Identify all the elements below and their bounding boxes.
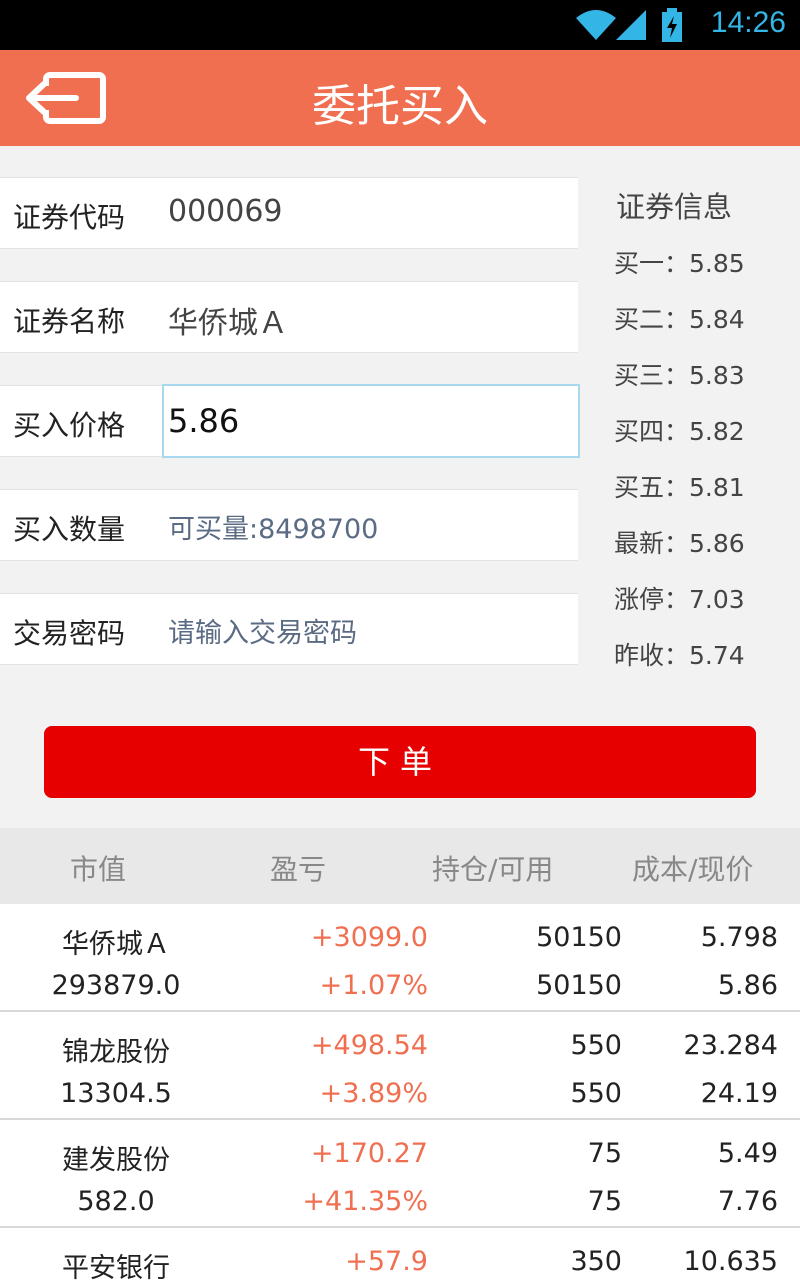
- available-quantity: 75: [587, 1186, 622, 1217]
- quote-row: 最新：5.86: [614, 529, 745, 558]
- quote-row: 买二：5.84: [614, 305, 745, 334]
- column-header-profit-loss: 盈亏: [270, 853, 327, 886]
- quote-row: 买四：5.82: [614, 417, 745, 446]
- table-row[interactable]: 建发股份 582.0 +170.27 +41.35% 75 75 5.49 7.…: [0, 1120, 800, 1228]
- holdings-table: 华侨城Ａ 293879.0 +3099.0 +1.07% 50150 50150…: [0, 904, 800, 1280]
- column-header-holding: 持仓/可用: [432, 853, 554, 886]
- current-price: 5.86: [717, 970, 778, 1001]
- security-code-row: 证券代码 000069: [0, 177, 578, 249]
- profit-loss-percent: +1.07%: [319, 970, 428, 1001]
- app-bar: 委托买入: [0, 50, 800, 146]
- submit-order-button[interactable]: 下单: [44, 726, 756, 798]
- available-quantity: 550: [570, 1078, 622, 1109]
- status-bar: 14:26: [0, 0, 800, 50]
- buy-price-value: 5.86: [168, 402, 240, 440]
- security-name-label: 证券名称: [13, 305, 126, 338]
- holding-quantity: 75: [587, 1138, 622, 1169]
- quote-row: 买一：5.85: [614, 249, 745, 278]
- stock-name: 平安银行: [62, 1253, 170, 1280]
- battery-icon: [662, 8, 682, 42]
- security-name-row: 证券名称 华侨城Ａ: [0, 281, 578, 353]
- profit-loss-percent: +41.35%: [302, 1186, 428, 1217]
- cost-price: 5.798: [700, 922, 778, 953]
- security-name-value: 华侨城Ａ: [168, 306, 288, 341]
- table-row[interactable]: 锦龙股份 13304.5 +498.54 +3.89% 550 550 23.2…: [0, 1012, 800, 1120]
- security-code-value[interactable]: 000069: [168, 194, 283, 229]
- quote-row: 买三：5.83: [614, 361, 745, 390]
- cost-price: 5.49: [717, 1138, 778, 1169]
- buy-price-label: 买入价格: [13, 409, 126, 442]
- holding-quantity: 50150: [536, 922, 622, 953]
- buy-price-input[interactable]: 5.86: [162, 384, 580, 458]
- profit-loss-percent: +3.89%: [319, 1078, 428, 1109]
- profit-loss: +170.27: [310, 1138, 428, 1169]
- buy-quantity-label: 买入数量: [13, 513, 126, 546]
- holding-quantity: 350: [570, 1246, 622, 1277]
- table-row[interactable]: 华侨城Ａ 293879.0 +3099.0 +1.07% 50150 50150…: [0, 904, 800, 1012]
- column-header-market-value: 市值: [70, 853, 127, 886]
- column-header-cost-price: 成本/现价: [632, 853, 754, 886]
- holding-quantity: 550: [570, 1030, 622, 1061]
- trade-password-input[interactable]: 请输入交易密码: [168, 611, 357, 650]
- security-info-title: 证券信息: [616, 190, 733, 224]
- security-code-label: 证券代码: [13, 201, 126, 234]
- buy-quantity-row: 买入数量 可买量:8498700: [0, 489, 578, 561]
- quote-row: 涨停：7.03: [614, 585, 745, 614]
- holdings-table-header: 市值 盈亏 持仓/可用 成本/现价: [0, 828, 800, 904]
- quote-row: 昨收：5.74: [614, 641, 745, 670]
- current-price: 24.19: [700, 1078, 778, 1109]
- quote-row: 买五：5.81: [614, 473, 745, 502]
- market-value: 13304.5: [60, 1078, 172, 1109]
- profit-loss: +3099.0: [310, 922, 428, 953]
- stock-name: 锦龙股份: [62, 1037, 170, 1068]
- buy-quantity-input[interactable]: 可买量:8498700: [168, 507, 378, 546]
- cost-price: 10.635: [683, 1246, 778, 1277]
- available-quantity: 50150: [536, 970, 622, 1001]
- stock-name: 建发股份: [62, 1145, 170, 1176]
- trade-password-row: 交易密码 请输入交易密码: [0, 593, 578, 665]
- trade-password-label: 交易密码: [13, 617, 126, 650]
- signal-icon: [616, 10, 646, 40]
- stock-name: 华侨城Ａ: [62, 929, 170, 960]
- table-row[interactable]: 平安银行 +57.9 350 10.635: [0, 1228, 800, 1280]
- current-price: 7.76: [717, 1186, 778, 1217]
- page-title: 委托买入: [312, 81, 488, 132]
- buy-price-row: 买入价格 5.86: [0, 384, 580, 458]
- profit-loss: +57.9: [345, 1246, 428, 1277]
- profit-loss: +498.54: [310, 1030, 428, 1061]
- clock: 14:26: [710, 6, 786, 39]
- cost-price: 23.284: [683, 1030, 778, 1061]
- market-value: 582.0: [77, 1186, 155, 1217]
- wifi-icon: [576, 10, 616, 40]
- market-value: 293879.0: [51, 970, 181, 1001]
